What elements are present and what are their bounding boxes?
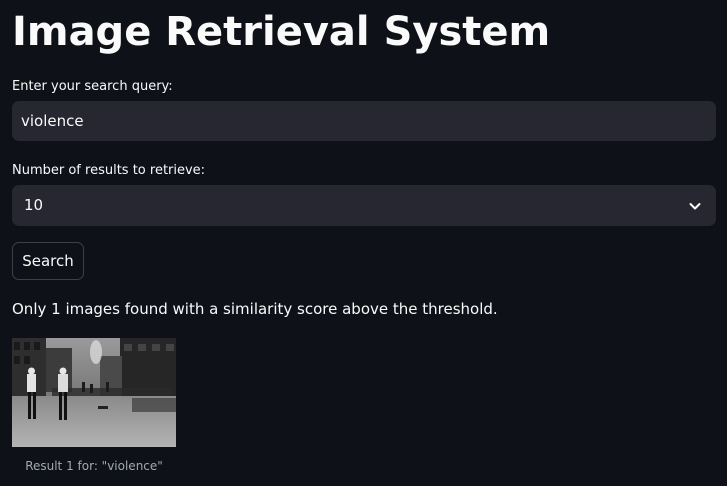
results-count-label: Number of results to retrieve: [12, 163, 206, 178]
results-count-select[interactable]: 10 [12, 185, 716, 226]
status-message: Only 1 images found with a similarity sc… [12, 300, 498, 318]
search-input-container[interactable] [12, 101, 716, 141]
street-scene-photo [12, 338, 176, 447]
result-caption: Result 1 for: "violence" [25, 459, 163, 473]
search-input[interactable] [12, 101, 716, 141]
query-label: Enter your search query: [12, 79, 173, 94]
search-button[interactable]: Search [12, 242, 84, 280]
page-title: Image Retrieval System [12, 9, 551, 55]
chevron-down-icon [689, 203, 701, 210]
page: Image Retrieval System Enter your search… [0, 0, 727, 486]
result-image [12, 338, 176, 447]
results-count-value: 10 [24, 196, 44, 214]
